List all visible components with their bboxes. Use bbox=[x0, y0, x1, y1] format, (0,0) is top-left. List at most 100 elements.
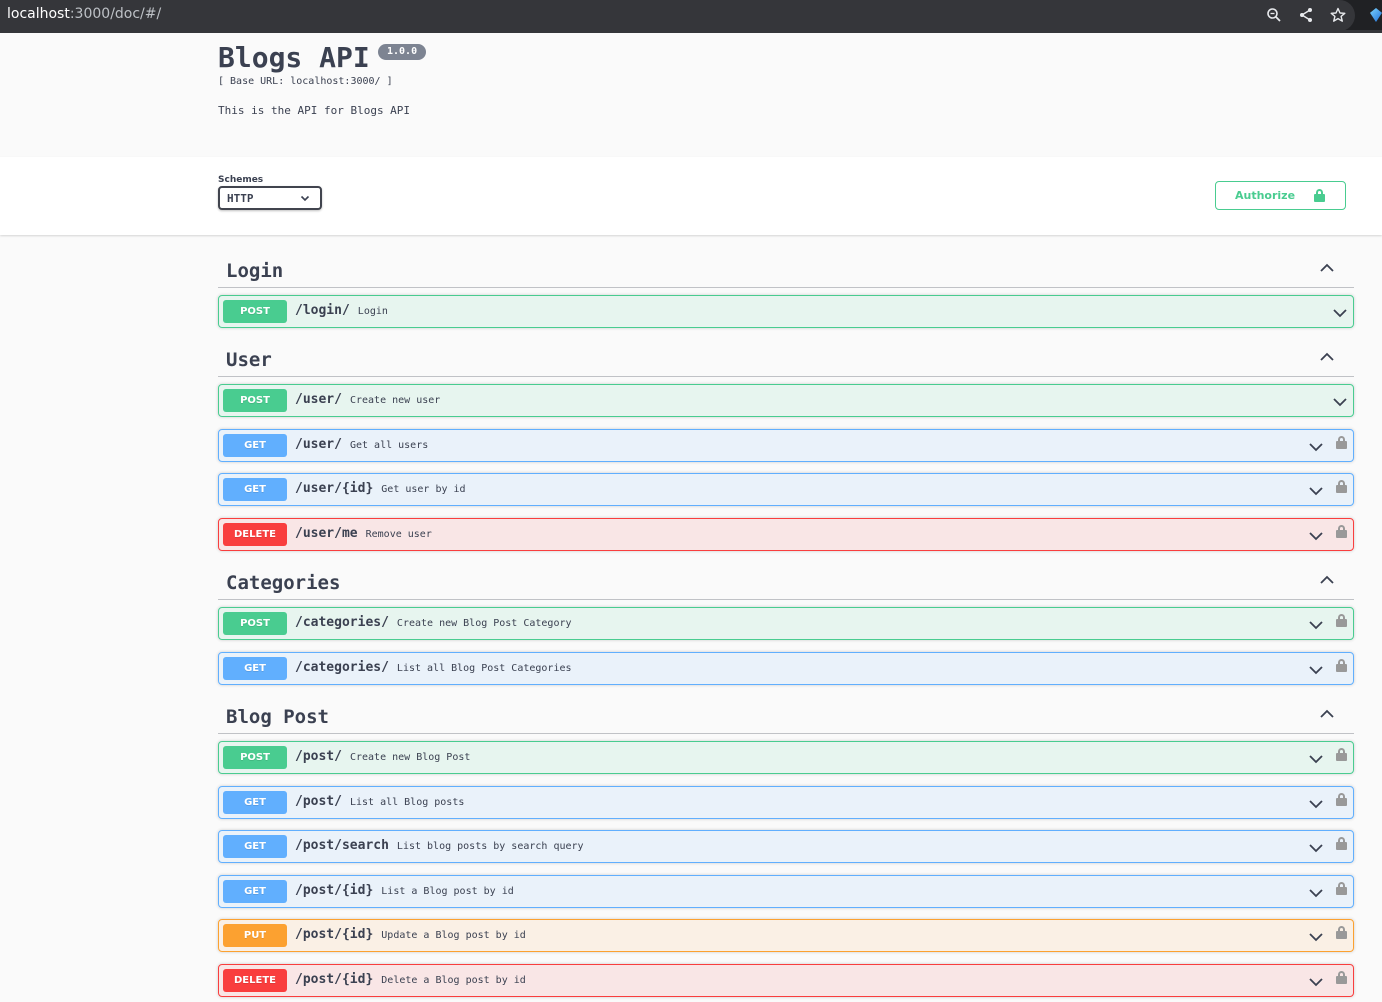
operation-path: /categories/Create new Blog Post Categor… bbox=[295, 615, 572, 630]
chevron-down-icon[interactable] bbox=[1333, 305, 1347, 319]
operation-path: /login/Login bbox=[295, 303, 388, 318]
chevron-down-icon[interactable] bbox=[1309, 885, 1323, 899]
operation-path: /user/me Remove user bbox=[295, 526, 432, 541]
tag-section-blog-post[interactable]: Blog Post bbox=[218, 698, 1354, 734]
lock-icon[interactable] bbox=[1336, 926, 1347, 939]
operation-block[interactable]: POST/login/Login bbox=[218, 295, 1354, 328]
operation-block[interactable]: GET/user/{id} Get user by id bbox=[218, 473, 1354, 506]
operation-path-text: /post/ bbox=[295, 794, 342, 809]
operation-summary: Login bbox=[357, 306, 388, 317]
chevron-up-icon[interactable] bbox=[1320, 572, 1334, 586]
tag-title: Categories bbox=[226, 572, 341, 594]
operation-path-text: /categories/ bbox=[295, 660, 389, 675]
tag-section-user[interactable]: User bbox=[218, 341, 1354, 377]
api-info: Blogs API 1.0.0 [ Base URL: localhost:30… bbox=[0, 36, 1382, 157]
operation-block[interactable]: DELETE/post/{id} Delete a Blog post by id bbox=[218, 964, 1354, 997]
lock-icon[interactable] bbox=[1336, 480, 1347, 493]
lock-icon[interactable] bbox=[1336, 837, 1347, 850]
lock-icon[interactable] bbox=[1336, 659, 1347, 672]
operation-path-text: /post/search bbox=[295, 838, 389, 853]
operation-path: /categories/List all Blog Post Categorie… bbox=[295, 660, 572, 675]
operation-path: /post/search List blog posts by search qu… bbox=[295, 838, 584, 853]
operation-path: /post/{id} Delete a Blog post by id bbox=[295, 972, 526, 987]
lock-icon[interactable] bbox=[1336, 748, 1347, 761]
schemes-select[interactable]: HTTP bbox=[218, 186, 322, 210]
operation-summary: Remove user bbox=[365, 529, 432, 540]
tag-section-categories[interactable]: Categories bbox=[218, 564, 1354, 600]
zoom-icon[interactable] bbox=[1266, 7, 1282, 23]
operation-path-text: /login/ bbox=[295, 303, 350, 318]
operation-path-text: /user/ bbox=[295, 437, 342, 452]
chevron-up-icon[interactable] bbox=[1320, 260, 1334, 274]
operation-block[interactable]: PUT/post/{id} Update a Blog post by id bbox=[218, 919, 1354, 952]
star-icon[interactable] bbox=[1330, 7, 1346, 23]
chevron-down-icon[interactable] bbox=[1309, 617, 1323, 631]
url-path: :3000/doc/#/ bbox=[69, 6, 162, 22]
operation-summary: Get user by id bbox=[381, 484, 466, 495]
chevron-down-icon[interactable] bbox=[1309, 528, 1323, 542]
chevron-down-icon[interactable] bbox=[1309, 796, 1323, 810]
lock-icon[interactable] bbox=[1336, 525, 1347, 538]
operation-block[interactable]: POST/categories/Create new Blog Post Cat… bbox=[218, 607, 1354, 640]
chevron-down-icon[interactable] bbox=[1309, 840, 1323, 854]
method-badge: GET bbox=[223, 791, 287, 814]
method-badge: POST bbox=[223, 300, 287, 323]
url-text[interactable]: localhost:3000/doc/#/ bbox=[7, 6, 161, 22]
authorize-button[interactable]: Authorize bbox=[1215, 181, 1346, 210]
lock-icon[interactable] bbox=[1336, 971, 1347, 984]
operation-block[interactable]: GET/user/Get all users bbox=[218, 429, 1354, 462]
chevron-down-icon[interactable] bbox=[1309, 662, 1323, 676]
chevron-down-icon[interactable] bbox=[1309, 483, 1323, 497]
operation-block[interactable]: GET/post/search List blog posts by search… bbox=[218, 830, 1354, 863]
lock-icon[interactable] bbox=[1336, 793, 1347, 806]
tag-section-login[interactable]: Login bbox=[218, 252, 1354, 288]
operation-path-text: /categories/ bbox=[295, 615, 389, 630]
extension-icon[interactable] bbox=[1370, 8, 1382, 22]
operation-path-text: /post/{id} bbox=[295, 927, 374, 942]
operation-block[interactable]: GET/post/List all Blog posts bbox=[218, 786, 1354, 819]
operation-path: /post/Create new Blog Post bbox=[295, 749, 470, 764]
operation-path-text: /user/me bbox=[295, 526, 358, 541]
tag-title: Login bbox=[226, 260, 284, 282]
chevron-down-icon[interactable] bbox=[1309, 751, 1323, 765]
chevron-down-icon[interactable] bbox=[1333, 394, 1347, 408]
operation-path: /post/{id} Update a Blog post by id bbox=[295, 927, 526, 942]
operation-block[interactable]: DELETE/user/me Remove user bbox=[218, 518, 1354, 551]
operation-summary: Get all users bbox=[349, 440, 429, 451]
method-badge: DELETE bbox=[223, 969, 287, 992]
operation-block[interactable]: POST/post/Create new Blog Post bbox=[218, 741, 1354, 774]
share-icon[interactable] bbox=[1298, 7, 1314, 23]
tag-title: Blog Post bbox=[226, 706, 329, 728]
url-host: localhost bbox=[7, 6, 70, 22]
chevron-up-icon[interactable] bbox=[1320, 706, 1334, 720]
chevron-up-icon[interactable] bbox=[1320, 349, 1334, 363]
operation-path: /user/{id} Get user by id bbox=[295, 481, 466, 496]
lock-icon[interactable] bbox=[1336, 436, 1347, 449]
method-badge: GET bbox=[223, 880, 287, 903]
method-badge: GET bbox=[223, 657, 287, 680]
operation-summary: List a Blog post by id bbox=[381, 886, 514, 897]
browser-toolbar: localhost:3000/doc/#/ bbox=[0, 0, 1382, 33]
operation-summary: Delete a Blog post by id bbox=[381, 975, 526, 986]
address-bar[interactable]: localhost:3000/doc/#/ bbox=[0, 0, 1355, 31]
operation-path: /post/{id} List a Blog post by id bbox=[295, 883, 514, 898]
chevron-down-icon[interactable] bbox=[1309, 439, 1323, 453]
lock-icon[interactable] bbox=[1336, 882, 1347, 895]
method-badge: PUT bbox=[223, 924, 287, 947]
operation-path: /post/List all Blog posts bbox=[295, 794, 464, 809]
chevron-down-icon[interactable] bbox=[1309, 974, 1323, 988]
operation-summary: List all Blog posts bbox=[349, 797, 465, 808]
api-title: Blogs API bbox=[218, 41, 370, 74]
chevron-down-icon[interactable] bbox=[1309, 929, 1323, 943]
operation-summary: List all Blog Post Categories bbox=[396, 663, 572, 674]
method-badge: POST bbox=[223, 612, 287, 635]
scheme-container: Schemes HTTP Authorize bbox=[0, 157, 1382, 235]
operation-path: /user/Get all users bbox=[295, 437, 428, 452]
operation-block[interactable]: GET/categories/List all Blog Post Catego… bbox=[218, 652, 1354, 685]
operation-summary: Create new Blog Post Category bbox=[396, 618, 572, 629]
lock-icon[interactable] bbox=[1336, 614, 1347, 627]
operation-block[interactable]: GET/post/{id} List a Blog post by id bbox=[218, 875, 1354, 908]
operation-summary: Update a Blog post by id bbox=[381, 930, 526, 941]
operation-path: /user/Create new user bbox=[295, 392, 440, 407]
operation-block[interactable]: POST/user/Create new user bbox=[218, 384, 1354, 417]
